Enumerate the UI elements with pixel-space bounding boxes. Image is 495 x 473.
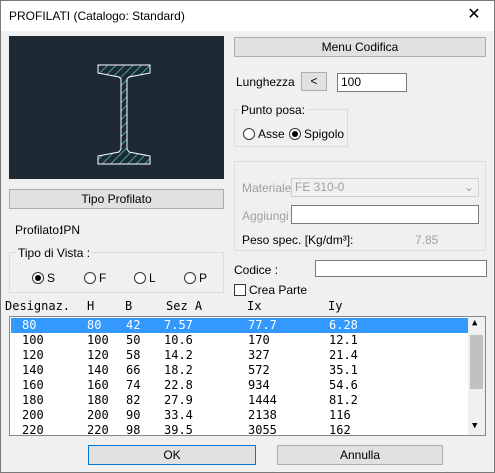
lunghezza-label: Lunghezza <box>236 75 295 89</box>
materiale-label: Materiale <box>242 181 292 195</box>
spigolo-radio[interactable] <box>289 128 301 140</box>
table-header: Designaz. H B Sez A Ix Iy <box>1 299 494 315</box>
asse-radio[interactable] <box>243 128 255 140</box>
scroll-down-icon[interactable]: ▼ <box>472 421 477 431</box>
profilato-value: IPN <box>60 223 81 237</box>
materiale-value: FE 310-0 <box>295 180 345 194</box>
chevron-down-icon: ⌄ <box>463 180 474 194</box>
col-designaz: Designaz. <box>5 299 71 313</box>
table-row[interactable]: 100 100 50 10.6 170 12.1 <box>11 333 468 348</box>
ipn-section-drawing <box>97 64 151 165</box>
window-title: PROFILATI (Catalogo: Standard) <box>9 9 185 23</box>
title-bar: PROFILATI (Catalogo: Standard) ✕ <box>1 1 494 31</box>
col-sez-a: Sez A <box>166 299 203 313</box>
materiale-select[interactable]: FE 310-0 ⌄ <box>291 178 479 197</box>
vista-l-radio[interactable] <box>134 272 146 284</box>
vista-f-radio[interactable] <box>84 272 96 284</box>
annulla-button[interactable]: Annulla <box>277 445 443 465</box>
aggiungi-input[interactable] <box>291 205 479 224</box>
table-row[interactable]: 140 140 66 18.2 572 35.1 <box>11 363 468 378</box>
asse-label: Asse <box>258 127 285 141</box>
codice-label: Codice : <box>234 263 279 277</box>
peso-spec-label: Peso spec. [Kg/dm³]: <box>242 233 354 247</box>
col-b: B <box>125 299 133 313</box>
codice-input[interactable] <box>315 260 487 277</box>
vista-s-radio[interactable] <box>32 272 44 284</box>
profile-table[interactable]: 80 80 42 7.57 77.7 6.28 100 100 50 10.6 170 12.1 1… <box>9 316 486 436</box>
vista-s-label: S <box>47 271 56 285</box>
ok-button[interactable]: OK <box>88 445 256 465</box>
profile-preview <box>9 36 224 179</box>
col-h: H <box>87 299 95 313</box>
scrollbar-thumb[interactable] <box>470 335 483 389</box>
punto-posa-label: Punto posa: <box>239 103 308 117</box>
table-row[interactable]: 200 200 90 33.4 2138 116 <box>11 408 468 423</box>
tipo-vista-label: Tipo di Vista : <box>16 246 93 260</box>
table-scrollbar[interactable]: ▲ ▼ <box>468 317 485 435</box>
decrement-button[interactable]: < <box>301 72 327 91</box>
col-ix: Ix <box>247 299 262 313</box>
profilati-dialog: PROFILATI (Catalogo: Standard) ✕ Menu Co… <box>0 0 495 473</box>
peso-spec-value: 7.85 <box>415 233 439 247</box>
aggiungi-label: Aggiungi <box>242 209 289 223</box>
crea-parte-checkbox[interactable] <box>234 284 246 296</box>
spigolo-label: Spigolo <box>304 127 345 141</box>
vista-f-label: F <box>99 271 107 285</box>
tipo-profilato-button[interactable]: Tipo Profilato <box>9 189 224 209</box>
table-row[interactable]: 220 220 98 39.5 3055 162 <box>11 423 468 435</box>
scroll-up-icon[interactable]: ▲ <box>472 318 477 328</box>
table-row[interactable]: 80 80 42 7.57 77.7 6.28 <box>11 318 468 333</box>
table-row[interactable]: 120 120 58 14.2 327 21.4 <box>11 348 468 363</box>
col-iy: Iy <box>328 299 343 313</box>
profilato-label: Profilato: <box>15 223 63 237</box>
vista-l-label: L <box>149 271 156 285</box>
vista-p-label: P <box>199 271 208 285</box>
crea-parte-label: Crea Parte <box>249 283 308 297</box>
vista-p-radio[interactable] <box>184 272 196 284</box>
table-row[interactable]: 160 160 74 22.8 934 54.6 <box>11 378 468 393</box>
menu-codifica-button[interactable]: Menu Codifica <box>234 37 486 57</box>
table-row[interactable]: 180 180 82 27.9 1444 81.2 <box>11 393 468 408</box>
close-icon[interactable]: ✕ <box>464 5 484 25</box>
lunghezza-input[interactable]: 100 <box>337 73 407 92</box>
